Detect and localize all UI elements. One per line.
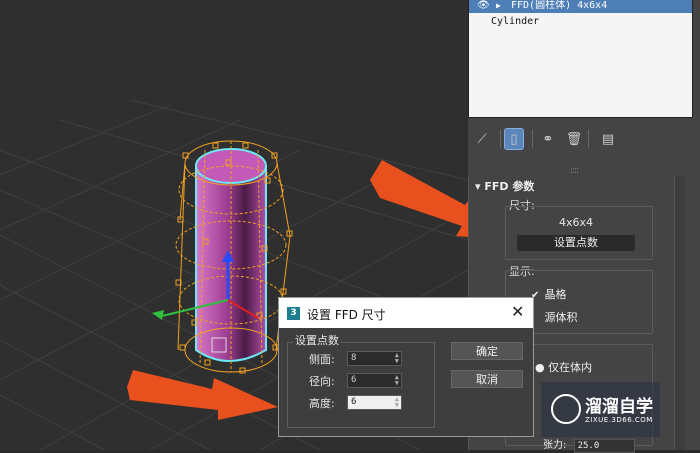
height-label: 高度:	[309, 397, 335, 410]
set-points-group-label: 设置点数	[293, 332, 341, 348]
spinner-arrows-icon[interactable]: ▲ ▼	[395, 396, 399, 409]
panel-scrollbar[interactable]	[674, 176, 685, 450]
stack-toolbar: ⟋ ▯ ⚭ 🗑 ▤	[468, 122, 700, 156]
spinner-arrows-icon[interactable]: ▲ ▼	[395, 352, 399, 365]
stack-item-ffd-label: FFD(圆柱体) 4x6x4	[511, 0, 608, 11]
cylinder-object	[195, 148, 267, 362]
rollout-title[interactable]: ▾ FFD 参数	[475, 178, 534, 194]
stack-item-cylinder[interactable]: Cylinder	[469, 15, 539, 29]
set-ffd-dimensions-dialog: 3 设置 FFD 尺寸 ✕ 设置点数 侧面: 8 ▲ ▼ 径向: 6 ▲ ▼ 高度:…	[278, 297, 534, 437]
dialog-titlebar[interactable]: 3 设置 FFD 尺寸 ✕	[279, 298, 533, 328]
sides-label: 侧面:	[309, 353, 335, 366]
height-spinner[interactable]: 6 ▲ ▼	[347, 395, 402, 410]
close-icon[interactable]: ✕	[511, 302, 524, 321]
modifier-stack-list[interactable]: 👁 ▶ FFD(圆柱体) 4x6x4 Cylinder	[468, 0, 693, 118]
sides-row: 侧面: 8 ▲ ▼	[309, 351, 402, 367]
height-row: 高度: 6 ▲ ▼	[309, 395, 402, 411]
tension-row: 张力: 25.0	[543, 436, 635, 453]
spinner-arrows-icon[interactable]: ▲ ▼	[395, 374, 399, 387]
eye-icon[interactable]: 👁	[477, 0, 490, 13]
sides-value: 8	[351, 353, 357, 363]
radial-spinner[interactable]: 6 ▲ ▼	[347, 373, 402, 388]
toolbar-separator	[532, 130, 533, 148]
source-volume-label: 源体积	[544, 311, 578, 324]
sides-spinner[interactable]: 8 ▲ ▼	[347, 351, 402, 366]
toolbar-separator	[588, 130, 589, 148]
stack-item-ffd[interactable]: 👁 ▶ FFD(圆柱体) 4x6x4	[469, 0, 692, 13]
radial-row: 径向: 6 ▲ ▼	[309, 373, 402, 389]
tension-spinner[interactable]: 25.0	[573, 439, 635, 453]
make-unique-icon[interactable]: ⚭	[538, 128, 558, 150]
dialog-title: 设置 FFD 尺寸	[307, 308, 386, 322]
source-volume-checkbox[interactable]: 源体积	[531, 309, 578, 325]
rollout-title-text: FFD 参数	[484, 180, 535, 193]
tension-label: 张力:	[543, 440, 567, 451]
app-logo-icon: 3	[287, 307, 300, 320]
watermark: 溜溜自学 ZIXUE.3D66.COM	[541, 382, 660, 437]
panel-resize-grip[interactable]: ::::	[570, 166, 579, 176]
cancel-button[interactable]: 取消	[451, 370, 523, 388]
only-in-volume-radio[interactable]: ● 仅在体内	[535, 359, 592, 375]
toolbar-separator	[500, 130, 501, 148]
watermark-title: 溜溜自学	[585, 397, 653, 417]
radial-label: 径向:	[309, 375, 335, 388]
trash-icon[interactable]: 🗑	[564, 128, 584, 150]
radio-dot-icon: ●	[535, 361, 545, 374]
height-value: 6	[351, 397, 357, 407]
dimensions-group	[505, 206, 653, 260]
ok-button[interactable]: 确定	[451, 342, 523, 360]
lattice-checkbox[interactable]: ✔ 晶格	[531, 286, 567, 302]
radial-value: 6	[351, 375, 357, 385]
set-number-of-points-button[interactable]: 设置点数	[517, 235, 635, 251]
configure-icon[interactable]: ▤	[598, 128, 618, 150]
modifier-stack-icon[interactable]: ▯	[504, 128, 524, 150]
watermark-url: ZIXUE.3D66.COM	[585, 416, 653, 424]
dimensions-value: 4x6x4	[559, 216, 594, 229]
watermark-logo-icon	[551, 394, 581, 424]
only-in-volume-label: 仅在体内	[548, 361, 593, 374]
lattice-label: 晶格	[544, 288, 567, 301]
rollout-collapse-icon[interactable]: ▾	[475, 180, 481, 193]
dialog-body: 设置点数 侧面: 8 ▲ ▼ 径向: 6 ▲ ▼ 高度: 6 ▲ ▼ 确定 取消	[279, 328, 533, 436]
expand-arrow-icon[interactable]: ▶	[496, 0, 501, 13]
pin-icon[interactable]: ⟋	[472, 128, 492, 150]
